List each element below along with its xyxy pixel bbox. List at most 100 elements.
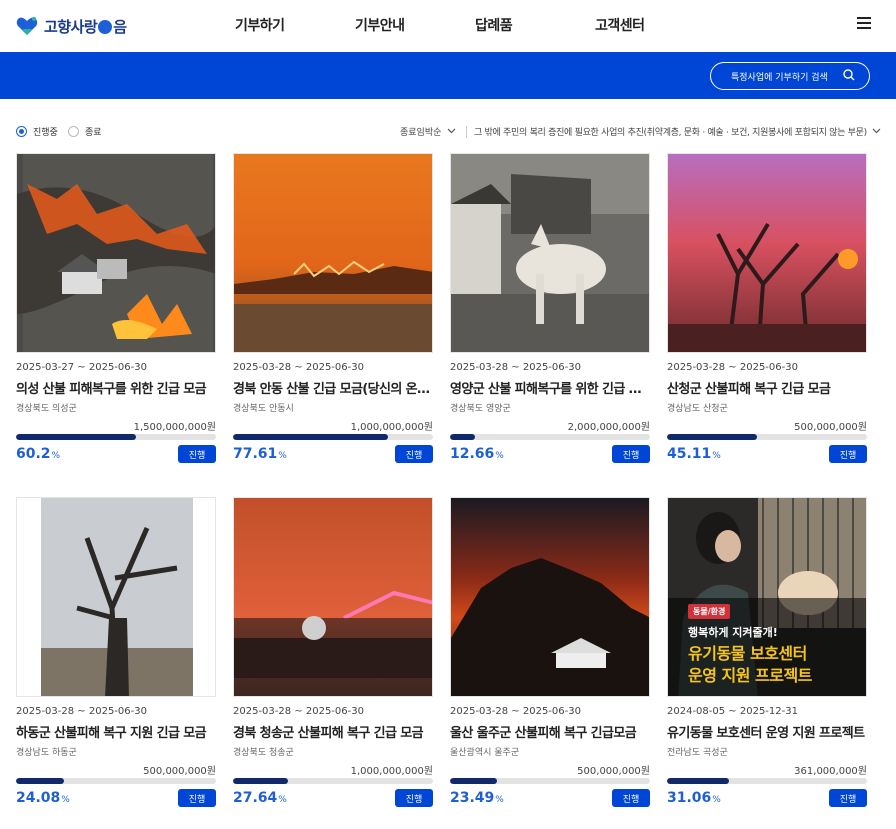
radio-label: 진행중: [33, 128, 58, 138]
filter-bar: 진행중 종료 종료임박순 그 밖에 주민의 복리 증진에 필요한 사업의 추진(…: [0, 118, 896, 146]
progress-bar: [16, 434, 216, 440]
card-image: [233, 497, 433, 697]
card-region: 경상남도 하동군: [16, 748, 77, 758]
hamburger-menu-icon[interactable]: [857, 17, 871, 31]
card-title[interactable]: 유기동물 보호센터 운영 지원 프로젝트: [667, 722, 867, 741]
card-title[interactable]: 하동군 산불피해 복구 지원 긴급 모금: [16, 722, 216, 741]
card-image: [450, 497, 650, 697]
nav-guide[interactable]: 기부안내: [355, 15, 405, 35]
site-logo[interactable]: 고향사랑 음: [16, 13, 127, 39]
status-badge: 진행: [178, 445, 216, 463]
card-image: [233, 153, 433, 353]
progress-fill: [233, 434, 389, 440]
card-date: 2025-03-28 ~ 2025-06-30: [667, 362, 798, 373]
card-percent: 60.2%: [16, 446, 61, 462]
card-goal-amount: 500,000,000원: [143, 766, 216, 777]
nav-donate[interactable]: 기부하기: [235, 15, 285, 35]
radio-unselected-icon: [68, 126, 79, 137]
radio-in-progress[interactable]: 진행중: [16, 125, 58, 138]
progress-fill: [16, 434, 137, 440]
card-image: 동물/환경 행복하게 지켜줄개! 유기동물 보호센터 운영 지원 프로젝트: [667, 497, 867, 697]
card-goal-amount: 2,000,000,000원: [567, 422, 650, 433]
card-date: 2024-08-05 ~ 2025-12-31: [667, 706, 798, 717]
card-title[interactable]: 의성 산불 피해복구를 위한 긴급 모금: [16, 378, 216, 397]
card-region: 경상북도 영양군: [450, 404, 511, 414]
card-percent: 45.11%: [667, 446, 721, 462]
chevron-down-icon: [447, 128, 456, 134]
card-region: 경상북도 의성군: [16, 404, 77, 414]
search-button-label: 특정사업에 기부하기 검색: [731, 72, 828, 83]
progress-bar: [667, 434, 867, 440]
progress-fill: [667, 778, 730, 784]
site-header: 고향사랑 음 기부하기 기부안내 답례품 고객센터: [0, 0, 896, 52]
card-date: 2025-03-28 ~ 2025-06-30: [233, 706, 364, 717]
card-region: 경상남도 산청군: [667, 404, 728, 414]
heart-logo-icon: [16, 17, 38, 35]
progress-fill: [233, 778, 289, 784]
card-region: 경상북도 안동시: [233, 404, 294, 414]
category-tag: 동물/환경: [688, 604, 731, 619]
card-image: [16, 153, 216, 353]
progress-fill: [667, 434, 758, 440]
sort-label: 종료임박순: [400, 128, 442, 138]
nav-gifts[interactable]: 답례품: [475, 15, 513, 35]
card-title[interactable]: 경북 안동 산불 긴급 모금(당신의 온정이 필요합니다): [233, 378, 433, 397]
card-goal-amount: 361,000,000원: [794, 766, 867, 777]
status-badge: 진행: [829, 445, 867, 463]
card-date: 2025-03-28 ~ 2025-06-30: [16, 706, 147, 717]
category-dropdown[interactable]: 그 밖에 주민의 복리 증진에 필요한 사업의 추진(취약계층, 문화 · 예술…: [474, 125, 881, 138]
progress-fill: [450, 778, 497, 784]
progress-fill: [450, 434, 476, 440]
logo-dot-icon: [98, 19, 113, 34]
card-date: 2025-03-28 ~ 2025-06-30: [450, 362, 581, 373]
card-percent: 77.61%: [233, 446, 287, 462]
card-title[interactable]: 영양군 산불 피해복구를 위한 긴급 모금: [450, 378, 650, 397]
card-percent: 12.66%: [450, 446, 504, 462]
status-badge: 진행: [395, 445, 433, 463]
card-goal-amount: 1,000,000,000원: [350, 766, 433, 777]
card-region: 경상북도 청송군: [233, 748, 294, 758]
progress-bar: [450, 434, 650, 440]
progress-fill: [16, 778, 65, 784]
chevron-down-icon: [872, 128, 881, 134]
radio-ended[interactable]: 종료: [68, 125, 102, 138]
card-goal-amount: 1,000,000,000원: [350, 422, 433, 433]
category-label: 그 밖에 주민의 복리 증진에 필요한 사업의 추진(취약계층, 문화 · 예술…: [474, 128, 867, 138]
nav-support[interactable]: 고객센터: [595, 15, 645, 35]
card-percent: 24.08%: [16, 790, 70, 806]
status-badge: 진행: [178, 789, 216, 807]
card-title[interactable]: 울산 울주군 산불피해 복구 긴급모금: [450, 722, 650, 741]
card-goal-amount: 500,000,000원: [794, 422, 867, 433]
progress-bar: [233, 778, 433, 784]
card-title[interactable]: 산청군 산불피해 복구 긴급 모금: [667, 378, 867, 397]
filter-divider: [466, 126, 467, 138]
status-badge: 진행: [612, 789, 650, 807]
card-title[interactable]: 경북 청송군 산불피해 복구 긴급 모금: [233, 722, 433, 741]
status-badge: 진행: [395, 789, 433, 807]
status-badge: 진행: [612, 445, 650, 463]
card-region: 울산광역시 울주군: [450, 748, 520, 758]
overlay-title: 유기동물 보호센터: [688, 644, 807, 663]
progress-bar: [450, 778, 650, 784]
card-image: [667, 153, 867, 353]
card-date: 2025-03-28 ~ 2025-06-30: [450, 706, 581, 717]
card-goal-amount: 1,500,000,000원: [133, 422, 216, 433]
progress-bar: [667, 778, 867, 784]
card-date: 2025-03-28 ~ 2025-06-30: [233, 362, 364, 373]
card-percent: 23.49%: [450, 790, 504, 806]
designated-donation-search-button[interactable]: 특정사업에 기부하기 검색: [710, 62, 870, 90]
overlay-title: 운영 지원 프로젝트: [688, 666, 812, 685]
progress-bar: [16, 778, 216, 784]
card-goal-amount: 500,000,000원: [577, 766, 650, 777]
card-percent: 27.64%: [233, 790, 287, 806]
card-image: [450, 153, 650, 353]
radio-selected-icon: [16, 126, 27, 137]
card-date: 2025-03-27 ~ 2025-06-30: [16, 362, 147, 373]
radio-label: 종료: [85, 128, 102, 138]
card-image: [16, 497, 216, 697]
status-badge: 진행: [829, 789, 867, 807]
logo-text: 고향사랑 음: [44, 17, 127, 36]
search-icon: [843, 69, 855, 81]
card-region: 전라남도 곡성군: [667, 748, 728, 758]
sort-dropdown[interactable]: 종료임박순: [400, 125, 456, 138]
